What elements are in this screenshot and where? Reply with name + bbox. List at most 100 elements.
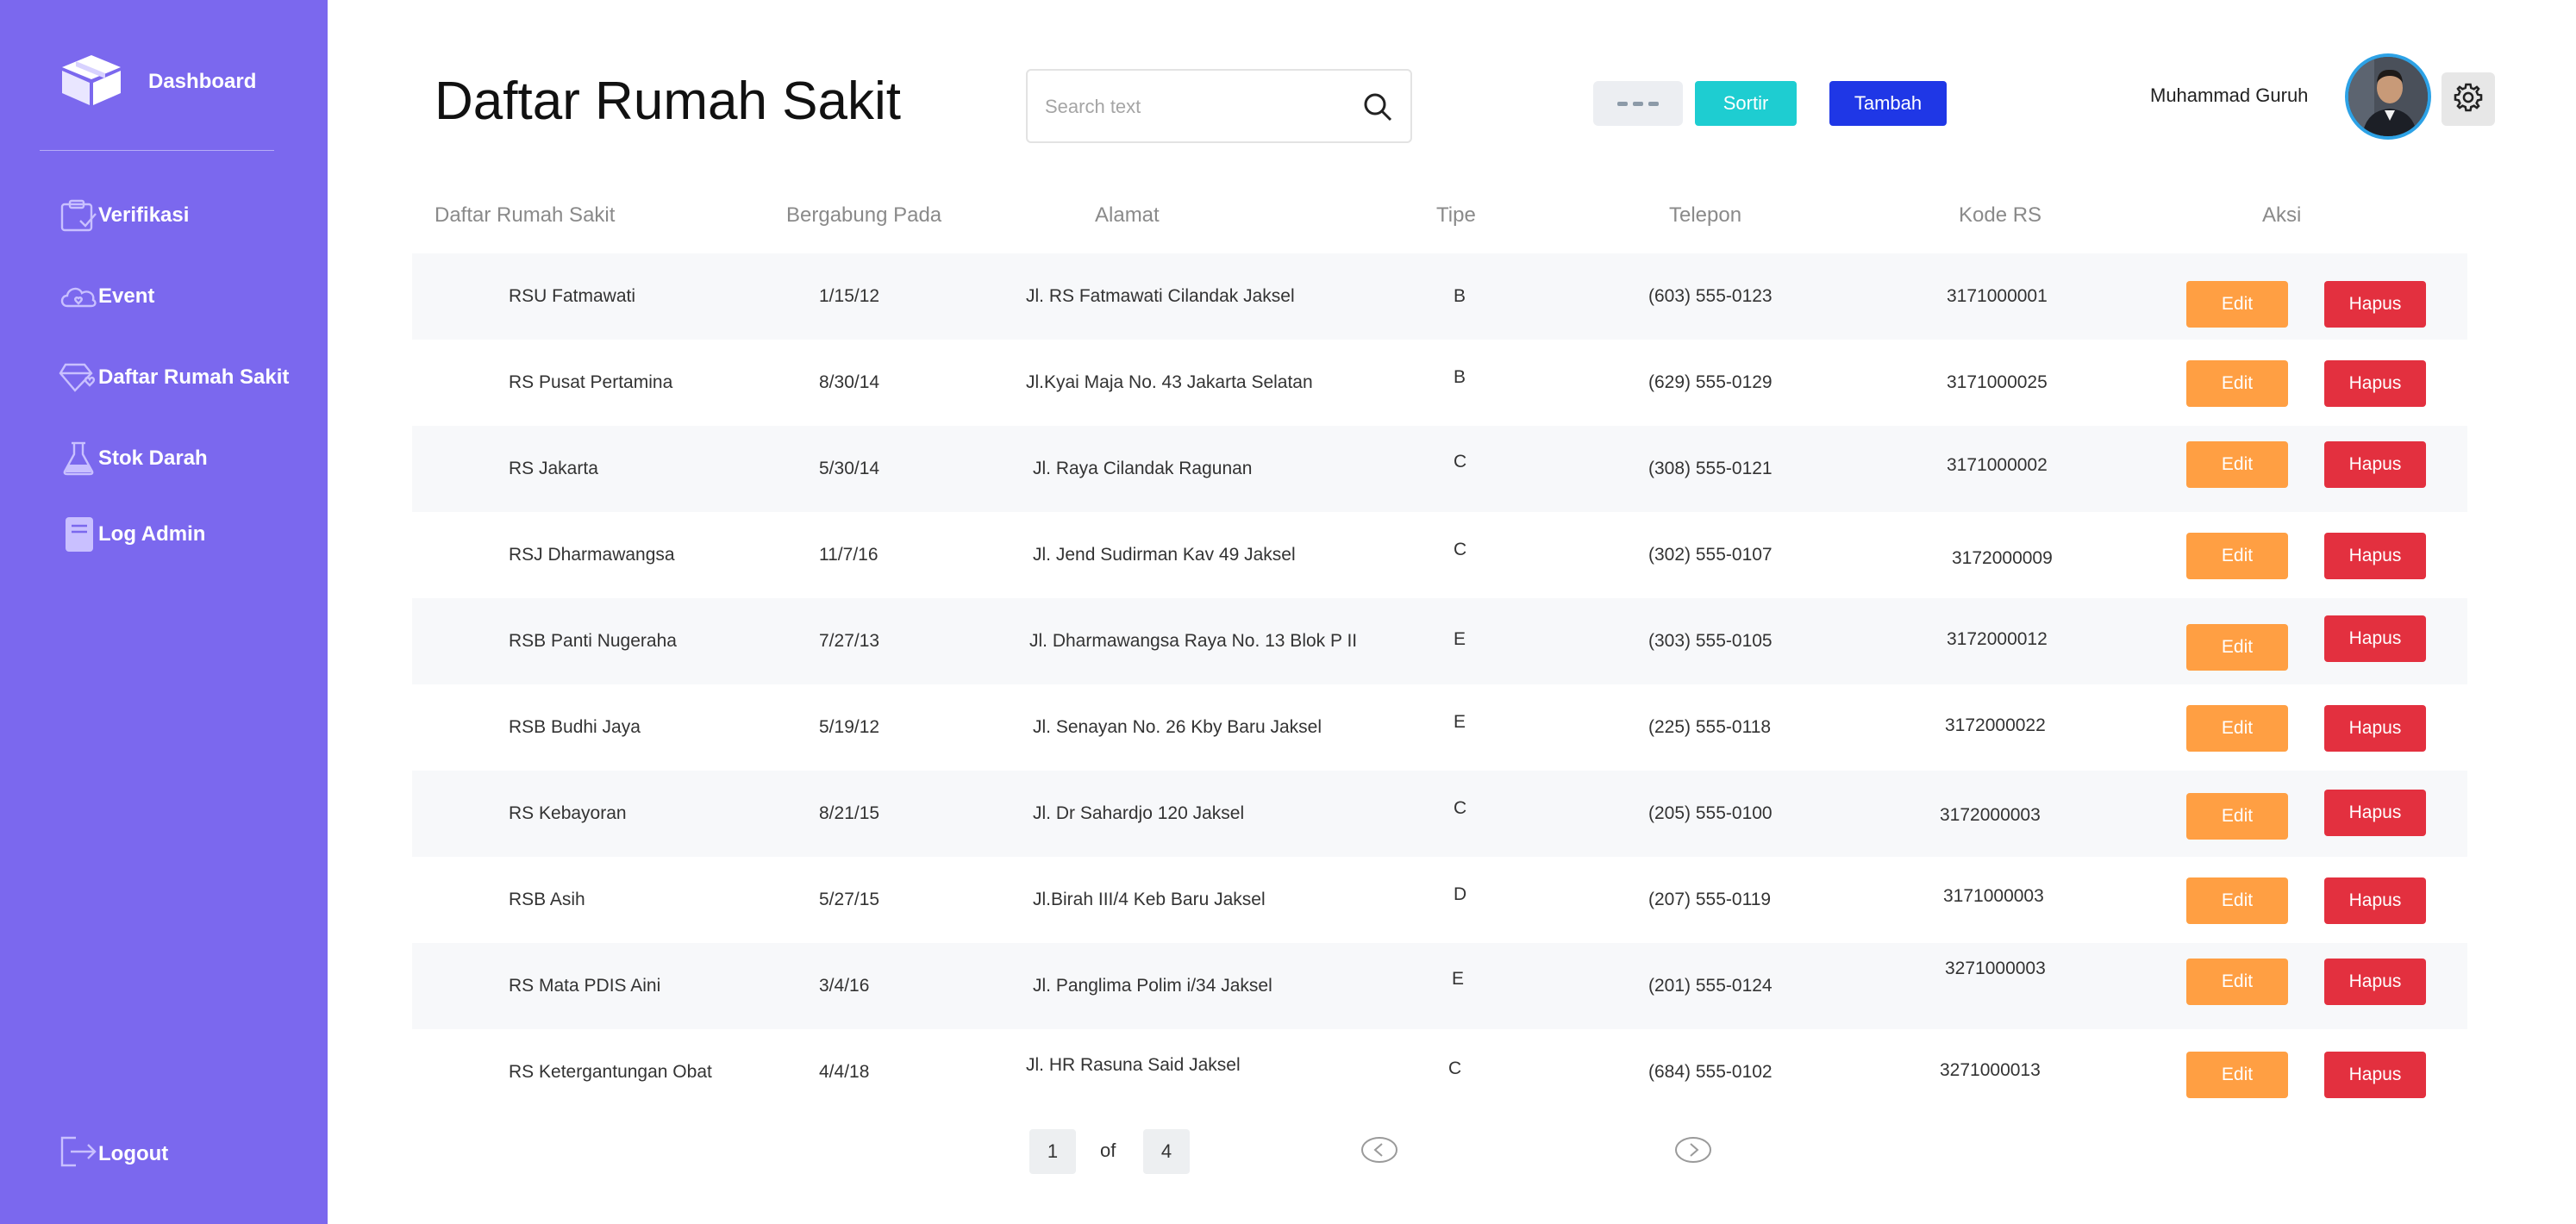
sidebar-divider: [40, 150, 274, 151]
sidebar-item-verifikasi[interactable]: Verifikasi: [59, 195, 189, 236]
hospital-name: RS Mata PDIS Aini: [509, 976, 661, 996]
page-title: Daftar Rumah Sakit: [435, 72, 901, 131]
settings-button[interactable]: [2442, 72, 2495, 126]
hospital-code: 3171000025: [1947, 372, 2048, 392]
delete-button[interactable]: Hapus: [2324, 441, 2426, 488]
flask-icon: [59, 439, 98, 478]
table-row: RS Mata PDIS Aini 3/4/16 Jl. Panglima Po…: [412, 943, 2467, 1029]
edit-button[interactable]: Edit: [2186, 281, 2288, 328]
hospital-type: D: [1454, 884, 1467, 904]
delete-button[interactable]: Hapus: [2324, 877, 2426, 924]
delete-button[interactable]: Hapus: [2324, 360, 2426, 407]
search-icon[interactable]: [1362, 91, 1393, 127]
edit-button[interactable]: Edit: [2186, 1052, 2288, 1098]
sidebar-item-label: Verifikasi: [98, 203, 190, 227]
hospital-type: E: [1452, 969, 1465, 989]
pagination-of-label: of: [1100, 1140, 1116, 1161]
edit-button[interactable]: Edit: [2186, 360, 2288, 407]
hospital-code: 3271000013: [1940, 1060, 2041, 1080]
hospital-code: 3172000012: [1947, 629, 2048, 649]
sidebar-item-daftar-rumah-sakit[interactable]: Daftar Rumah Sakit: [59, 357, 289, 398]
phone: (629) 555-0129: [1648, 372, 1773, 392]
table-row: RSB Panti Nugeraha 7/27/13 Jl. Dharmawan…: [412, 598, 2467, 684]
previous-page-icon[interactable]: [1360, 1136, 1398, 1168]
sidebar-item-label: Daftar Rumah Sakit: [98, 365, 290, 389]
edit-button[interactable]: Edit: [2186, 959, 2288, 1005]
joined-date: 5/30/14: [819, 459, 880, 478]
table-row: RS Jakarta 5/30/14 Jl. Raya Cilandak Rag…: [412, 426, 2467, 512]
joined-date: 1/15/12: [819, 286, 880, 306]
delete-button[interactable]: Hapus: [2324, 281, 2426, 328]
address: Jl. RS Fatmawati Cilandak Jaksel: [1026, 286, 1295, 306]
box-icon: [59, 52, 124, 111]
column-header: Telepon: [1669, 203, 1742, 227]
hospital-type: C: [1454, 452, 1467, 471]
search-input[interactable]: [1045, 90, 1347, 124]
user-name: Muhammad Guruh: [2150, 84, 2309, 106]
sidebar-item-event[interactable]: Event: [59, 276, 154, 317]
address: Jl.Kyai Maja No. 43 Jakarta Selatan: [1026, 372, 1313, 392]
address: Jl. Dharmawangsa Raya No. 13 Blok P II: [1029, 631, 1358, 651]
address: Jl. HR Rasuna Said Jaksel: [1026, 1055, 1241, 1075]
edit-button[interactable]: Edit: [2186, 533, 2288, 579]
hospital-type: C: [1448, 1059, 1462, 1078]
next-page-icon[interactable]: [1674, 1136, 1712, 1168]
column-header: Tipe: [1436, 203, 1476, 227]
edit-button[interactable]: Edit: [2186, 793, 2288, 840]
column-header: Bergabung Pada: [786, 203, 942, 227]
phone: (302) 555-0107: [1648, 545, 1773, 565]
hospital-code: 3171000001: [1947, 286, 2048, 306]
cloud-heart-icon: [59, 277, 98, 316]
phone: (207) 555-0119: [1648, 890, 1772, 909]
sidebar-item-label: Log Admin: [98, 522, 206, 546]
phone: (603) 555-0123: [1648, 286, 1773, 306]
edit-button[interactable]: Edit: [2186, 877, 2288, 924]
edit-button[interactable]: Edit: [2186, 705, 2288, 752]
table-row: RSB Budhi Jaya 5/19/12 Jl. Senayan No. 2…: [412, 684, 2467, 771]
sidebar-item-log-admin[interactable]: Log Admin: [59, 514, 205, 555]
table-row: RSB Asih 5/27/15 Jl.Birah III/4 Keb Baru…: [412, 857, 2467, 943]
tambah-button[interactable]: Tambah: [1829, 81, 1947, 126]
column-header: Daftar Rumah Sakit: [435, 203, 616, 227]
phone: (684) 555-0102: [1648, 1062, 1773, 1082]
sidebar-brand[interactable]: Dashboard: [59, 52, 256, 111]
phone: (225) 555-0118: [1648, 717, 1772, 737]
phone: (303) 555-0105: [1648, 631, 1773, 651]
avatar[interactable]: [2345, 53, 2431, 140]
current-page[interactable]: 1: [1029, 1129, 1076, 1174]
hospital-name: RSJ Dharmawangsa: [509, 545, 675, 565]
delete-button[interactable]: Hapus: [2324, 533, 2426, 579]
delete-button[interactable]: Hapus: [2324, 615, 2426, 662]
delete-button[interactable]: Hapus: [2324, 959, 2426, 1005]
total-pages: 4: [1143, 1129, 1190, 1174]
gear-icon: [2452, 81, 2485, 118]
joined-date: 3/4/16: [819, 976, 870, 996]
address: Jl. Senayan No. 26 Kby Baru Jaksel: [1033, 717, 1322, 737]
hospital-code: 3171000002: [1947, 455, 2048, 475]
sidebar-item-stok-darah[interactable]: Stok Darah: [59, 438, 208, 479]
edit-button[interactable]: Edit: [2186, 624, 2288, 671]
dash-icon: [1648, 101, 1659, 106]
dashboard-link[interactable]: Dashboard: [148, 70, 256, 94]
dash-icon: [1617, 101, 1628, 106]
column-header: Kode RS: [1959, 203, 2042, 227]
hospital-type: C: [1454, 540, 1467, 559]
table-row: RS Ketergantungan Obat 4/4/18 Jl. HR Ras…: [412, 1029, 2467, 1115]
search-box: [1026, 69, 1412, 143]
logout-button[interactable]: Logout: [59, 1134, 168, 1173]
app: Dashboard Verifikasi Event Daftar Rumah …: [0, 0, 2576, 1224]
edit-button[interactable]: Edit: [2186, 441, 2288, 488]
delete-button[interactable]: Hapus: [2324, 705, 2426, 752]
sortir-button[interactable]: Sortir: [1695, 81, 1797, 126]
delete-button[interactable]: Hapus: [2324, 1052, 2426, 1098]
table-row: RS Kebayoran 8/21/15 Jl. Dr Sahardjo 120…: [412, 771, 2467, 857]
hospital-name: RSU Fatmawati: [509, 286, 636, 306]
hospital-name: RSB Panti Nugeraha: [509, 631, 677, 651]
delete-button[interactable]: Hapus: [2324, 790, 2426, 836]
more-options-button[interactable]: [1593, 81, 1683, 126]
hospital-name: RSB Asih: [509, 890, 585, 909]
joined-date: 11/7/16: [819, 545, 878, 565]
book-icon: [59, 515, 98, 554]
hospital-type: E: [1454, 712, 1466, 732]
hospital-code: 3171000003: [1943, 886, 2044, 906]
